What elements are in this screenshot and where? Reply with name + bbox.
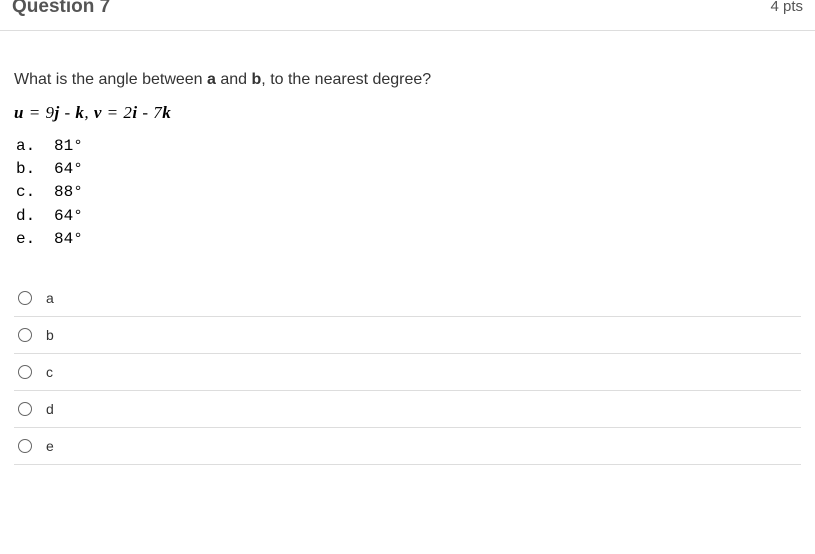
answer-value-row: d. 64° xyxy=(16,205,801,228)
eq-part: = 9 xyxy=(24,103,54,122)
prompt-text: and xyxy=(216,71,252,88)
radio-icon xyxy=(18,365,32,379)
answer-value: 84° xyxy=(54,228,83,251)
answer-value-row: e. 84° xyxy=(16,228,801,251)
radio-icon xyxy=(18,402,32,416)
eq-part: , xyxy=(84,103,94,122)
eq-k2: k xyxy=(162,103,171,122)
radio-icon xyxy=(18,328,32,342)
question-number: Question 7 xyxy=(12,0,110,18)
vector-b-label: b xyxy=(252,71,262,88)
eq-part: = 2 xyxy=(102,103,132,122)
eq-part: - 7 xyxy=(138,103,163,122)
option-b[interactable]: b xyxy=(14,317,801,354)
answer-letter: d. xyxy=(16,205,54,228)
question-header: Question 7 4 pts xyxy=(0,0,815,31)
answer-letter: c. xyxy=(16,181,54,204)
answer-options: a b c d e xyxy=(14,279,801,465)
answer-value-row: a. 81° xyxy=(16,135,801,158)
prompt-text: , to the nearest degree? xyxy=(261,71,431,88)
answer-value-list: a. 81° b. 64° c. 88° d. 64° e. 84° xyxy=(16,135,801,251)
vector-a-label: a xyxy=(207,71,216,88)
option-label: c xyxy=(46,364,53,380)
eq-u: u xyxy=(14,103,24,122)
answer-value-row: b. 64° xyxy=(16,158,801,181)
eq-v: v xyxy=(94,103,102,122)
option-a[interactable]: a xyxy=(14,280,801,317)
question-content: What is the angle between a and b, to th… xyxy=(0,31,815,465)
option-e[interactable]: e xyxy=(14,428,801,465)
answer-letter: e. xyxy=(16,228,54,251)
radio-icon xyxy=(18,439,32,453)
option-label: a xyxy=(46,290,54,306)
eq-part: - xyxy=(60,103,76,122)
option-label: d xyxy=(46,401,54,417)
prompt-text: What is the angle between xyxy=(14,71,207,88)
radio-icon xyxy=(18,291,32,305)
question-prompt: What is the angle between a and b, to th… xyxy=(14,71,801,89)
answer-letter: b. xyxy=(16,158,54,181)
question-points: 4 pts xyxy=(770,0,803,15)
answer-value: 64° xyxy=(54,205,83,228)
option-d[interactable]: d xyxy=(14,391,801,428)
option-c[interactable]: c xyxy=(14,354,801,391)
answer-value-row: c. 88° xyxy=(16,181,801,204)
answer-value: 88° xyxy=(54,181,83,204)
equation: u = 9j - k, v = 2i - 7k xyxy=(14,103,801,123)
answer-value: 81° xyxy=(54,135,83,158)
answer-letter: a. xyxy=(16,135,54,158)
option-label: e xyxy=(46,438,54,454)
answer-value: 64° xyxy=(54,158,83,181)
option-label: b xyxy=(46,327,54,343)
eq-k: k xyxy=(75,103,84,122)
